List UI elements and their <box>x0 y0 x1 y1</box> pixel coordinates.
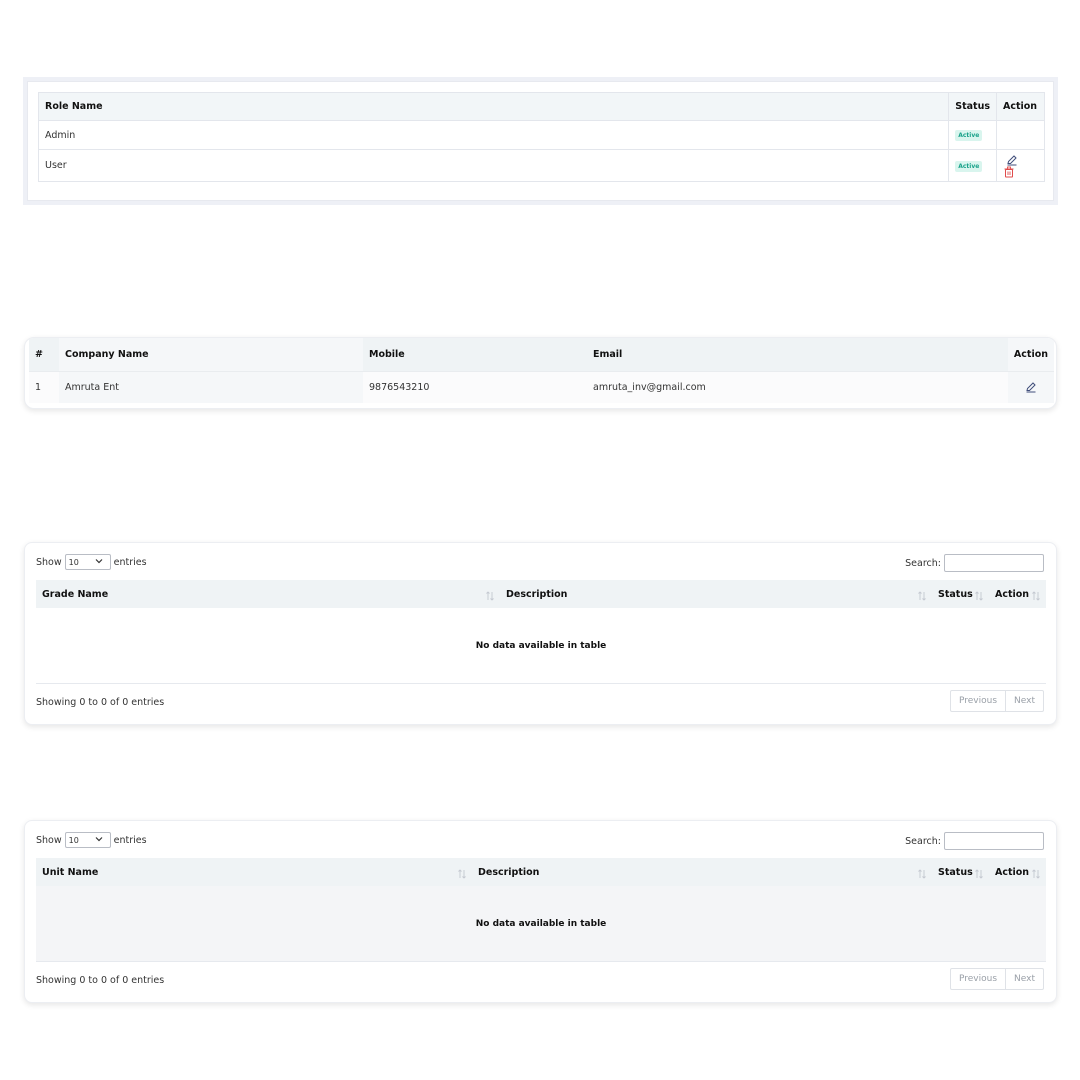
action-cell <box>996 120 1045 150</box>
empty-table-message: No data available in table <box>36 886 1046 962</box>
pencil-edit-icon[interactable] <box>1025 381 1037 393</box>
header-label: Unit Name <box>42 866 99 878</box>
table-row: 1 Amruta Ent 9876543210 amruta_inv@gmail… <box>29 370 1054 403</box>
action-header[interactable]: Action <box>989 858 1046 886</box>
email-header: Email <box>587 338 1008 371</box>
table-info: Showing 0 to 0 of 0 entries <box>36 975 165 986</box>
email-cell: amruta_inv@gmail.com <box>587 370 1008 403</box>
action-cell <box>1007 370 1054 403</box>
next-button[interactable]: Next <box>1005 691 1043 711</box>
search-input[interactable] <box>944 832 1044 850</box>
show-label: Show <box>36 834 62 846</box>
role-name-cell: User <box>37 149 950 182</box>
search-control: Search: <box>905 832 1044 850</box>
units-header-row: Unit Name Description Status Action <box>36 858 1046 886</box>
company-name-header: Company Name <box>59 338 363 371</box>
sort-arrows-icon <box>1032 591 1040 601</box>
sort-arrows-icon <box>918 869 926 879</box>
mobile-header: Mobile <box>363 338 587 371</box>
role-name-header: Role Name <box>37 92 950 121</box>
action-header[interactable]: Action <box>989 580 1046 608</box>
page-length-select-wrap: 10 <box>64 832 111 848</box>
company-name-cell: Amruta Ent <box>59 370 363 403</box>
status-cell: Active <box>948 120 997 150</box>
grade-name-header[interactable]: Grade Name <box>36 580 500 608</box>
action-header: Action <box>996 92 1045 121</box>
status-badge: Active <box>955 160 983 172</box>
status-header: Status <box>948 92 997 121</box>
search-input[interactable] <box>944 554 1044 572</box>
entries-label: entries <box>113 834 147 846</box>
header-label: Description <box>506 588 568 600</box>
index-header: # <box>29 338 59 371</box>
header-label: Action <box>995 866 1030 878</box>
sort-arrows-icon <box>486 591 494 601</box>
header-label: Status <box>938 588 973 600</box>
companies-table: # Company Name Mobile Email Action 1 Amr… <box>29 338 1054 403</box>
empty-table-message: No data available in table <box>36 608 1046 684</box>
sort-arrows-icon <box>975 591 983 601</box>
description-header[interactable]: Description <box>500 580 932 608</box>
description-header[interactable]: Description <box>472 858 932 886</box>
roles-header-row: Role Name Status Action <box>37 92 1045 121</box>
action-cell <box>996 149 1045 182</box>
table-row: User Active <box>37 149 1045 182</box>
companies-header-row: # Company Name Mobile Email Action <box>29 338 1054 371</box>
sort-arrows-icon <box>458 869 466 879</box>
index-cell: 1 <box>29 370 59 403</box>
sort-arrows-icon <box>1032 869 1040 879</box>
status-header[interactable]: Status <box>932 580 989 608</box>
pencil-edit-icon[interactable] <box>1006 154 1018 166</box>
mobile-cell: 9876543210 <box>363 370 587 403</box>
units-datatable: Show 10 entries Search: Unit Name Descri… <box>24 820 1057 1003</box>
table-info: Showing 0 to 0 of 0 entries <box>36 697 165 708</box>
trash-icon[interactable] <box>1003 166 1015 178</box>
page-length-select-wrap: 10 <box>64 554 111 570</box>
show-label: Show <box>36 556 62 568</box>
role-name-cell: Admin <box>37 120 950 150</box>
grades-header-row: Grade Name Description Status Action <box>36 580 1046 608</box>
status-cell: Active <box>948 149 997 182</box>
header-label: Grade Name <box>42 588 109 600</box>
roles-table: Role Name Status Action Admin Active Use… <box>37 92 1045 182</box>
pagination: Previous Next <box>949 690 1044 712</box>
companies-panel: # Company Name Mobile Email Action 1 Amr… <box>24 337 1057 409</box>
table-row: Admin Active <box>37 120 1045 150</box>
search-label: Search: <box>905 557 941 569</box>
page-length-select[interactable]: 10 <box>64 832 111 848</box>
action-header: Action <box>1007 338 1054 371</box>
next-button[interactable]: Next <box>1005 969 1043 989</box>
header-label: Status <box>938 866 973 878</box>
grades-datatable: Show 10 entries Search: Grade Name Descr… <box>24 542 1057 725</box>
page-length-select[interactable]: 10 <box>64 554 111 570</box>
search-control: Search: <box>905 554 1044 572</box>
sort-arrows-icon <box>918 591 926 601</box>
pagination: Previous Next <box>949 968 1044 990</box>
search-label: Search: <box>905 835 941 847</box>
roles-panel: Role Name Status Action Admin Active Use… <box>23 77 1058 205</box>
previous-button[interactable]: Previous <box>951 691 1005 711</box>
status-header[interactable]: Status <box>932 858 989 886</box>
page-length-control: Show 10 entries <box>36 554 147 570</box>
status-badge: Active <box>955 130 983 141</box>
header-label: Action <box>995 588 1030 600</box>
roles-card: Role Name Status Action Admin Active Use… <box>27 81 1054 201</box>
sort-arrows-icon <box>975 869 983 879</box>
header-label: Description <box>478 866 540 878</box>
page-length-control: Show 10 entries <box>36 832 147 848</box>
unit-name-header[interactable]: Unit Name <box>36 858 472 886</box>
previous-button[interactable]: Previous <box>951 969 1005 989</box>
entries-label: entries <box>113 556 147 568</box>
